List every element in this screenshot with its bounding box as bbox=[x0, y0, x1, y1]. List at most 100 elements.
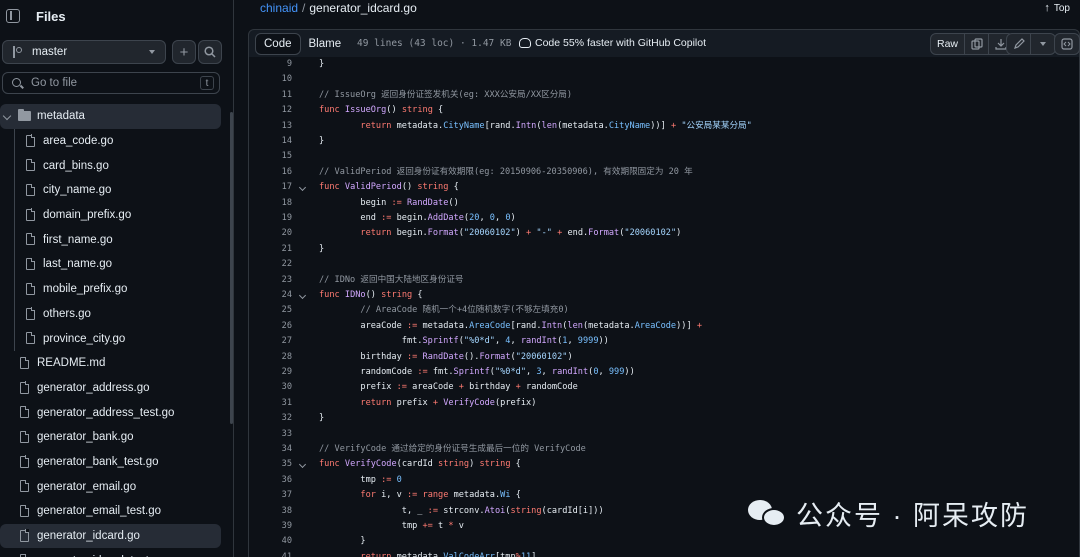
line-number[interactable]: 40 bbox=[249, 534, 292, 549]
line-number[interactable]: 37 bbox=[249, 488, 292, 503]
line-number[interactable]: 35 bbox=[249, 457, 292, 472]
top-link[interactable]: ↑ Top bbox=[1044, 2, 1070, 14]
code-line[interactable]: 11 // IssueOrg 返回身份证签发机关(eg: XXX公安局/XX区分局… bbox=[249, 88, 1079, 103]
line-number[interactable]: 20 bbox=[249, 226, 292, 241]
tree-folder-metadata[interactable]: metadata bbox=[0, 104, 221, 129]
tree-file-item[interactable]: mobile_prefix.go bbox=[0, 276, 234, 302]
tree-file-item[interactable]: province_city.go bbox=[0, 326, 234, 351]
search-button[interactable] bbox=[198, 40, 222, 64]
chevron-down-icon[interactable] bbox=[2, 111, 12, 121]
line-number[interactable]: 41 bbox=[249, 550, 292, 557]
code-line[interactable]: 15 bbox=[249, 149, 1079, 164]
copy-raw-button[interactable] bbox=[965, 34, 990, 54]
tree-file-item[interactable]: generator_idcard_test.go bbox=[0, 548, 234, 557]
edit-button[interactable] bbox=[1007, 34, 1031, 54]
tree-file-item[interactable]: generator_address_test.go bbox=[0, 400, 234, 425]
line-number[interactable]: 21 bbox=[249, 242, 292, 257]
line-number[interactable]: 18 bbox=[249, 196, 292, 211]
tree-file-item[interactable]: generator_email.go bbox=[0, 474, 234, 499]
line-number[interactable]: 13 bbox=[249, 119, 292, 134]
line-number[interactable]: 33 bbox=[249, 427, 292, 442]
tree-file-item[interactable]: city_name.go bbox=[0, 178, 234, 203]
tree-file-item[interactable]: last_name.go bbox=[0, 252, 234, 277]
line-number[interactable]: 29 bbox=[249, 365, 292, 380]
code-line[interactable]: 40 } bbox=[249, 534, 1079, 549]
tab-code[interactable]: Code bbox=[255, 33, 301, 55]
go-to-file-input[interactable]: Go to file t bbox=[2, 72, 220, 94]
code-line[interactable]: 12 func IssueOrg() string { bbox=[249, 103, 1079, 118]
line-number[interactable]: 31 bbox=[249, 396, 292, 411]
tree-file-item[interactable]: generator_address.go bbox=[0, 376, 234, 401]
line-number[interactable]: 39 bbox=[249, 519, 292, 534]
code-line[interactable]: 10 bbox=[249, 72, 1079, 87]
code-line[interactable]: 20 return begin.Format("20060102") + "-"… bbox=[249, 226, 1079, 241]
code-line[interactable]: 34 // VerifyCode 通过给定的身份证号生成最后一位的 VerifyC… bbox=[249, 442, 1079, 457]
code-line[interactable]: 16 // ValidPeriod 返回身份证有效期限(eg: 20150906-… bbox=[249, 165, 1079, 180]
line-number[interactable]: 17 bbox=[249, 180, 292, 195]
code-line[interactable]: 21} bbox=[249, 242, 1079, 257]
code-line[interactable]: 29 randomCode := fmt.Sprintf("%0*d", 3, … bbox=[249, 365, 1079, 380]
code-line[interactable]: 33 bbox=[249, 427, 1079, 442]
line-number[interactable]: 12 bbox=[249, 103, 292, 118]
line-number[interactable]: 36 bbox=[249, 473, 292, 488]
add-file-button[interactable]: + bbox=[172, 40, 196, 64]
line-number[interactable]: 34 bbox=[249, 442, 292, 457]
code-line[interactable]: 24 func IDNo() string { bbox=[249, 288, 1079, 303]
fold-chevron-icon[interactable] bbox=[298, 291, 307, 300]
tree-file-item[interactable]: area_code.go bbox=[0, 128, 234, 154]
tree-file-item[interactable]: generator_bank_test.go bbox=[0, 450, 234, 475]
code-line[interactable]: 30 prefix := areaCode + birthday + rando… bbox=[249, 380, 1079, 395]
code-line[interactable]: 31 return prefix + VerifyCode(prefix) bbox=[249, 396, 1079, 411]
raw-button[interactable]: Raw bbox=[931, 34, 966, 54]
line-number[interactable]: 30 bbox=[249, 380, 292, 395]
tab-blame[interactable]: Blame bbox=[301, 33, 350, 55]
code-line[interactable]: 17 func ValidPeriod() string { bbox=[249, 180, 1079, 195]
code-line[interactable]: 13 return metadata.CityName[rand.Intn(le… bbox=[249, 119, 1079, 134]
code-line[interactable]: 19 end := begin.AddDate(20, 0, 0) bbox=[249, 211, 1079, 226]
fold-chevron-icon[interactable] bbox=[298, 184, 307, 192]
code-line[interactable]: 14} bbox=[249, 134, 1079, 149]
code-line[interactable]: 18 begin := RandDate() bbox=[249, 196, 1079, 211]
line-number[interactable]: 38 bbox=[249, 504, 292, 519]
line-number[interactable]: 24 bbox=[249, 288, 292, 303]
edit-menu-button[interactable] bbox=[1031, 34, 1055, 54]
tree-file-item[interactable]: card_bins.go bbox=[0, 153, 234, 179]
tree-file-item[interactable]: first_name.go bbox=[0, 227, 234, 253]
code-line[interactable]: 27 fmt.Sprintf("%0*d", 4, randInt(1, 999… bbox=[249, 334, 1079, 349]
tree-file-item[interactable]: generator_email_test.go bbox=[0, 499, 234, 524]
code-line[interactable]: 35 func VerifyCode(cardId string) string … bbox=[249, 457, 1079, 472]
line-number[interactable]: 16 bbox=[249, 165, 292, 180]
code-line[interactable]: 25 // AreaCode 随机一个+4位随机数字(不够左填充0) bbox=[249, 303, 1079, 318]
code-view[interactable]: 9} 10 11// IssueOrg 返回身份证签发机关(eg: XXX公安局/X… bbox=[248, 57, 1080, 557]
line-number[interactable]: 15 bbox=[249, 149, 292, 164]
tree-file-item[interactable]: generator_idcard.go bbox=[0, 523, 221, 549]
line-number[interactable]: 25 bbox=[249, 303, 292, 318]
breadcrumb-repo-link[interactable]: chinaid bbox=[260, 1, 298, 15]
fold-chevron-icon[interactable] bbox=[298, 461, 307, 469]
line-number[interactable]: 32 bbox=[249, 411, 292, 426]
tree-file-item[interactable]: README.md bbox=[0, 351, 234, 376]
tree-file-item[interactable]: generator_bank.go bbox=[0, 425, 234, 450]
line-number[interactable]: 9 bbox=[249, 57, 292, 72]
code-line[interactable]: 41 return metadata.ValCodeArr[tmp%11] bbox=[249, 550, 1079, 557]
code-line[interactable]: 23 // IDNo 返回中国大陆地区身份证号 bbox=[249, 273, 1079, 288]
code-line[interactable]: 28 birthday := RandDate().Format("200601… bbox=[249, 350, 1079, 365]
tree-file-item[interactable]: others.go bbox=[0, 301, 234, 327]
code-line[interactable]: 9} bbox=[249, 57, 1079, 72]
line-number[interactable]: 26 bbox=[249, 319, 292, 334]
line-number[interactable]: 27 bbox=[249, 334, 292, 349]
line-number[interactable]: 19 bbox=[249, 211, 292, 226]
tree-file-item[interactable]: domain_prefix.go bbox=[0, 202, 234, 228]
code-line[interactable]: 32} bbox=[249, 411, 1079, 426]
line-number[interactable]: 11 bbox=[249, 88, 292, 103]
collapse-sidebar-icon[interactable] bbox=[6, 9, 20, 23]
code-line[interactable]: 26 areaCode := metadata.AreaCode[rand.In… bbox=[249, 319, 1079, 334]
line-number[interactable]: 22 bbox=[249, 257, 292, 272]
copilot-promo-link[interactable]: Code 55% faster with GitHub Copilot bbox=[519, 37, 706, 49]
sidebar-scrollbar[interactable] bbox=[230, 112, 233, 424]
code-line[interactable]: 36 tmp := 0 bbox=[249, 473, 1079, 488]
branch-selector[interactable]: master bbox=[2, 40, 166, 64]
line-number[interactable]: 10 bbox=[249, 72, 292, 87]
code-line[interactable]: 22 bbox=[249, 257, 1079, 272]
line-number[interactable]: 14 bbox=[249, 134, 292, 149]
